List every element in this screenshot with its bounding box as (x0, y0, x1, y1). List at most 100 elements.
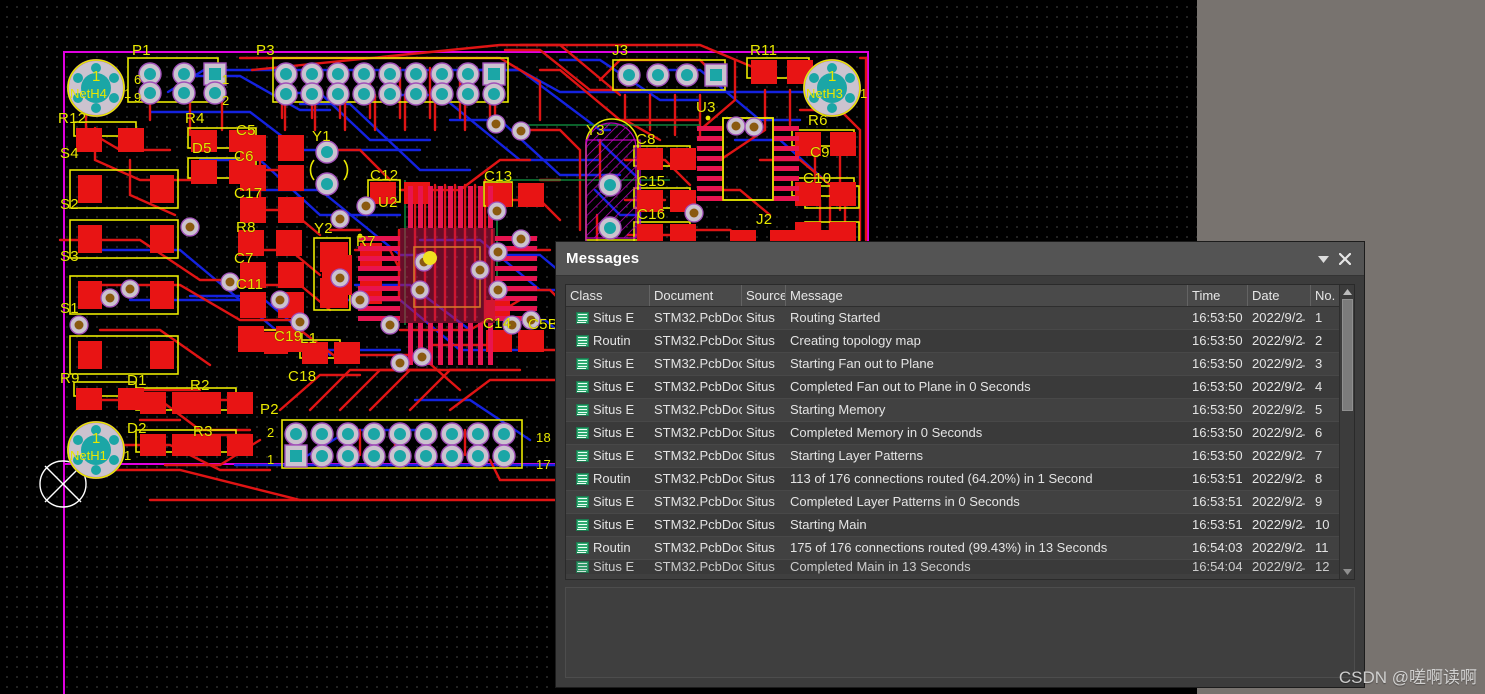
cell-source: Situs (746, 471, 775, 486)
scrollbar-track[interactable] (1339, 299, 1354, 565)
cell-text: Situs E (593, 494, 635, 509)
messages-grid-header[interactable]: Class Document Source Message Time Date No. (566, 285, 1339, 307)
panel-title: Messages (566, 250, 640, 267)
cell-date: 2022/9/2̵ (1252, 379, 1303, 394)
cell-message: Starting Main (790, 517, 867, 532)
table-row[interactable]: Situs E STM32.PcbDoс Situs Routing Started 1… (566, 307, 1339, 330)
column-header-document[interactable]: Document (650, 285, 742, 306)
cell-message: Completed Layer Patterns in 0 Seconds (790, 494, 1020, 509)
cell-no: 1 (1315, 310, 1323, 325)
column-header-date[interactable]: Date (1248, 285, 1311, 306)
cell-no: 11 (1315, 540, 1329, 555)
cell-source: Situs (746, 425, 775, 440)
message-icon (576, 381, 589, 393)
message-icon (576, 335, 589, 347)
cell-message: 175 of 176 connections routed (99.43%) i… (790, 540, 1108, 555)
cell-no: 5 (1315, 402, 1323, 417)
cell-date: 2022/9/2̵ (1252, 494, 1303, 509)
app-root: P1 P3 J3 R11 R12 R4 C5 Y1 U3 R6 Y3 C8 C9 S4 D5 C6 C12 C13… (0, 0, 1485, 694)
cell-source: Situs (746, 517, 775, 532)
message-detail-pane[interactable] (565, 587, 1355, 678)
table-row[interactable]: Routin STM32.PcbDoс Situs 113 of 176 connec… (566, 468, 1339, 491)
cell-class: Situs E (566, 422, 650, 444)
table-row[interactable]: Situs E STM32.PcbDoс Situs Starting Fan out… (566, 353, 1339, 376)
message-icon (576, 561, 589, 573)
cell-document: STM32.PcbDoс (654, 310, 742, 325)
table-row[interactable]: Situs E STM32.PcbDoс Situs Completed Fan ou… (566, 376, 1339, 399)
messages-grid[interactable]: Class Document Source Message Time Date No. Si… (565, 284, 1355, 580)
message-icon (576, 404, 589, 416)
messages-vertical-scrollbar[interactable] (1339, 285, 1354, 579)
column-header-message[interactable]: Message (786, 285, 1188, 306)
cell-text: Situs E (593, 448, 635, 463)
cell-text: Situs E (593, 402, 635, 417)
cell-message: Completed Fan out to Plane in 0 Seconds (790, 379, 1031, 394)
messages-body: Class Document Source Message Time Date No. Si… (556, 276, 1364, 687)
cell-class: Situs E (566, 307, 650, 329)
cell-document: STM32.PcbDoс (654, 494, 742, 509)
cell-source: Situs (746, 310, 775, 325)
cell-date: 2022/9/2̵ (1252, 310, 1303, 325)
cell-time: 16:53:51 (1192, 517, 1243, 532)
cell-text: Situs E (593, 517, 635, 532)
cell-class: Situs E (566, 376, 650, 398)
close-icon[interactable] (1334, 248, 1356, 270)
column-header-source[interactable]: Source (742, 285, 786, 306)
table-row[interactable]: Routin STM32.PcbDoс Situs 175 of 176 connec… (566, 537, 1339, 560)
cell-text: Situs E (593, 560, 635, 574)
cell-document: STM32.PcbDoс (654, 402, 742, 417)
scroll-down-arrow-icon[interactable] (1339, 565, 1354, 579)
cell-message: Starting Layer Patterns (790, 448, 923, 463)
scrollbar-thumb[interactable] (1341, 299, 1353, 411)
messages-grid-rows[interactable]: Situs E STM32.PcbDoс Situs Routing Started 1… (566, 307, 1339, 579)
scroll-up-arrow-icon[interactable] (1339, 285, 1354, 299)
cell-no: 6 (1315, 425, 1323, 440)
cell-document: STM32.PcbDoс (654, 333, 742, 348)
cell-time: 16:53:50 (1192, 333, 1243, 348)
message-icon (576, 358, 589, 370)
cell-date: 2022/9/2̵ (1252, 448, 1303, 463)
table-row[interactable]: Situs E STM32.PcbDoс Situs Completed Memory… (566, 422, 1339, 445)
cell-class: Situs E (566, 514, 650, 536)
chevron-down-icon[interactable] (1312, 248, 1334, 270)
cell-class: Situs E (566, 445, 650, 467)
cell-message: Starting Memory (790, 402, 886, 417)
table-row[interactable]: Situs E STM32.PcbDoс Situs Starting Memory 1… (566, 399, 1339, 422)
column-header-time[interactable]: Time (1188, 285, 1248, 306)
cell-time: 16:54:03 (1192, 540, 1243, 555)
table-row[interactable]: Situs E STM32.PcbDoс Situs Completed Main i… (566, 560, 1339, 574)
cell-time: 16:54:04 (1192, 560, 1243, 574)
cell-time: 16:53:50 (1192, 402, 1243, 417)
table-row[interactable]: Situs E STM32.PcbDoс Situs Starting Main 16:… (566, 514, 1339, 537)
cell-class: Situs E (566, 399, 650, 421)
cell-time: 16:53:50 (1192, 448, 1243, 463)
table-row[interactable]: Situs E STM32.PcbDoс Situs Completed Layer … (566, 491, 1339, 514)
cell-message: 113 of 176 connections routed (64.20%) i… (790, 471, 1093, 486)
cell-text: Situs E (593, 379, 635, 394)
cell-text: Situs E (593, 356, 635, 371)
cell-time: 16:53:50 (1192, 379, 1243, 394)
cell-source: Situs (746, 494, 775, 509)
cell-document: STM32.PcbDoс (654, 471, 742, 486)
cell-no: 2 (1315, 333, 1323, 348)
messages-panel[interactable]: Messages Class Document Source Message Time D… (555, 241, 1365, 688)
cell-date: 2022/9/2̵ (1252, 402, 1303, 417)
cell-text: Routin (593, 540, 631, 555)
cell-class: Routin (566, 468, 650, 490)
cell-no: 12 (1315, 560, 1330, 574)
cell-time: 16:53:50 (1192, 310, 1243, 325)
cell-date: 2022/9/2̵ (1252, 471, 1303, 486)
message-icon (576, 519, 589, 531)
cell-time: 16:53:51 (1192, 471, 1243, 486)
cell-source: Situs (746, 356, 775, 371)
cell-no: 9 (1315, 494, 1323, 509)
column-header-class[interactable]: Class (566, 285, 650, 306)
cell-source: Situs (746, 379, 775, 394)
messages-title-bar[interactable]: Messages (556, 242, 1364, 276)
cell-text: Routin (593, 333, 631, 348)
cell-no: 4 (1315, 379, 1323, 394)
cell-class: Situs E (566, 491, 650, 513)
table-row[interactable]: Routin STM32.PcbDoс Situs Creating topology… (566, 330, 1339, 353)
table-row[interactable]: Situs E STM32.PcbDoс Situs Starting Layer P… (566, 445, 1339, 468)
cell-class: Routin (566, 537, 650, 559)
